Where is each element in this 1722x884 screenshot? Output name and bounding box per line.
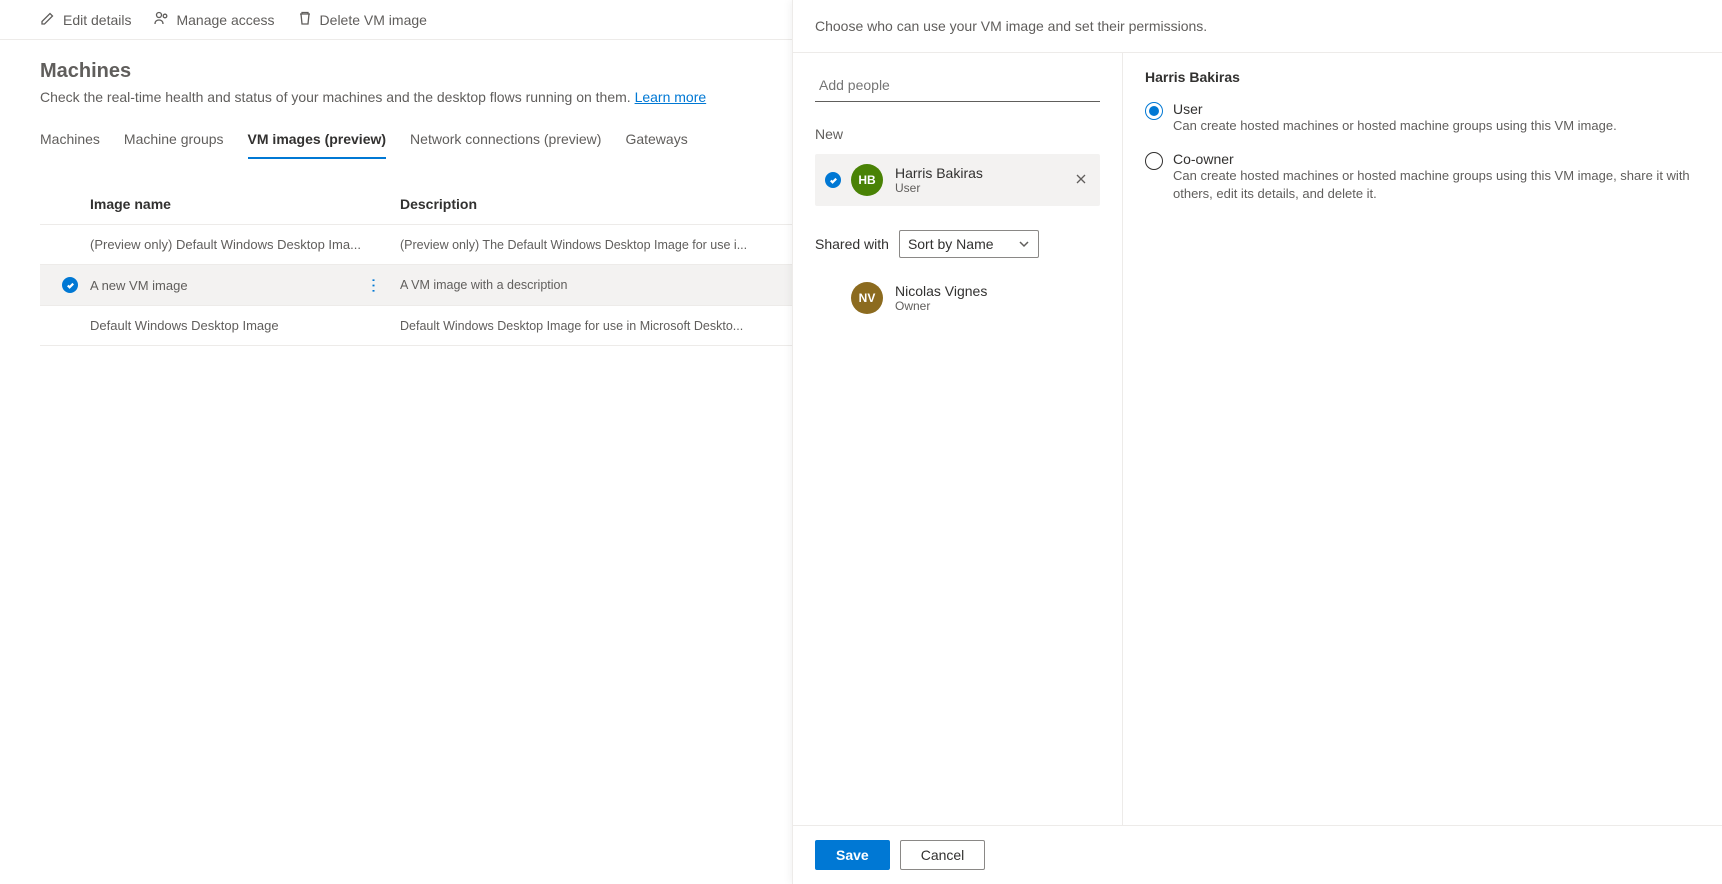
avatar: HB (851, 164, 883, 196)
remove-person-button[interactable] (1074, 172, 1090, 188)
trash-icon (297, 10, 313, 29)
person-name: Harris Bakiras (895, 165, 1074, 181)
permission-option[interactable]: UserCan create hosted machines or hosted… (1145, 101, 1700, 135)
column-image-name: Image name (90, 196, 400, 212)
image-name: (Preview only) Default Windows Desktop I… (90, 237, 361, 252)
manage-access-button[interactable]: Manage access (153, 10, 274, 29)
tab-machines[interactable]: Machines (40, 123, 100, 159)
more-icon[interactable]: ⋯ (365, 278, 381, 293)
person-role: Owner (895, 299, 1064, 313)
check-icon (825, 172, 841, 188)
shared-with-label: Shared with (815, 236, 889, 252)
detail-person-name: Harris Bakiras (1145, 69, 1700, 85)
edit-details-button[interactable]: Edit details (40, 10, 131, 29)
close-icon (1074, 172, 1088, 186)
people-icon (153, 10, 169, 29)
new-section-label: New (815, 126, 1100, 142)
permission-description: Can create hosted machines or hosted mac… (1173, 117, 1617, 135)
check-icon (62, 277, 78, 293)
tab-gateways[interactable]: Gateways (625, 123, 687, 159)
sort-dropdown[interactable]: Sort by Name (899, 230, 1039, 258)
cancel-button[interactable]: Cancel (900, 840, 986, 870)
radio-icon (1145, 152, 1163, 170)
person-name: Nicolas Vignes (895, 283, 1064, 299)
permission-option[interactable]: Co-ownerCan create hosted machines or ho… (1145, 151, 1700, 203)
manage-access-label: Manage access (176, 12, 274, 28)
image-name: A new VM image (90, 278, 188, 293)
panel-header: Choose who can use your VM image and set… (793, 0, 1722, 53)
permission-description: Can create hosted machines or hosted mac… (1173, 167, 1700, 203)
tab-network-connections[interactable]: Network connections (preview) (410, 123, 601, 159)
save-button[interactable]: Save (815, 840, 890, 870)
person-role: User (895, 181, 1074, 195)
learn-more-link[interactable]: Learn more (635, 89, 707, 105)
owner-row[interactable]: NV Nicolas Vignes Owner (815, 274, 1100, 322)
edit-details-label: Edit details (63, 12, 131, 28)
manage-access-panel: Choose who can use your VM image and set… (792, 0, 1722, 884)
pencil-icon (40, 10, 56, 29)
tab-machine-groups[interactable]: Machine groups (124, 123, 224, 159)
page-subtitle-text: Check the real-time health and status of… (40, 89, 635, 105)
tab-vm-images[interactable]: VM images (preview) (248, 123, 387, 159)
delete-vm-image-button[interactable]: Delete VM image (297, 10, 427, 29)
chevron-down-icon (1018, 238, 1030, 250)
permission-label: User (1173, 101, 1617, 117)
avatar: NV (851, 282, 883, 314)
sort-dropdown-value: Sort by Name (908, 236, 994, 252)
new-person-card[interactable]: HB Harris Bakiras User (815, 154, 1100, 206)
radio-icon (1145, 102, 1163, 120)
add-people-input[interactable] (815, 69, 1100, 102)
image-name: Default Windows Desktop Image (90, 318, 279, 333)
permission-label: Co-owner (1173, 151, 1700, 167)
delete-vm-image-label: Delete VM image (320, 12, 427, 28)
